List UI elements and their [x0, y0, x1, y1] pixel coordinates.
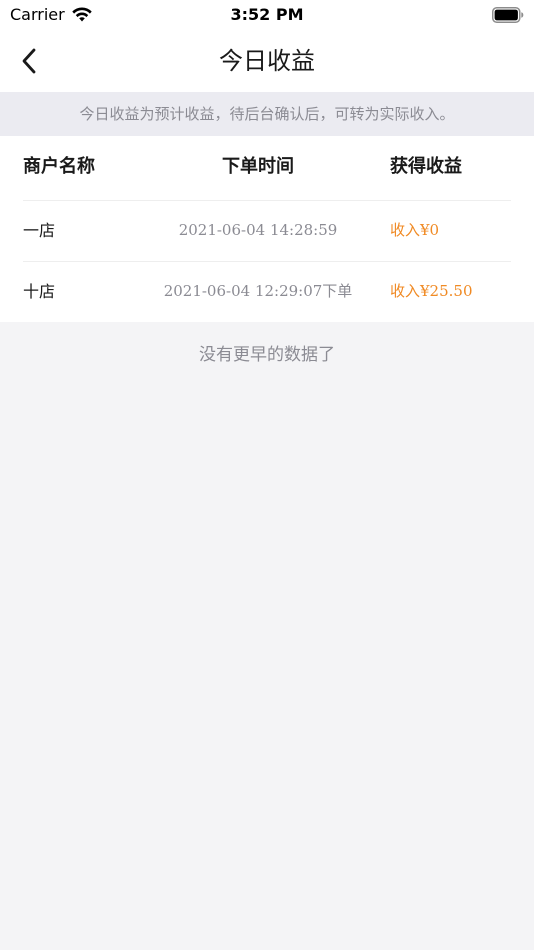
back-button[interactable] [12, 44, 46, 78]
header-earnings: 获得收益 [390, 156, 462, 177]
status-bar: Carrier 3:52 PM [0, 0, 534, 30]
table-row: 十店 2021-06-04 12:29:07下单 收入¥25.50 [0, 261, 534, 322]
table-row: 一店 2021-06-04 14:28:59 收入¥0 [0, 200, 534, 261]
chevron-left-icon [22, 48, 36, 74]
end-of-list-text: 没有更早的数据了 [199, 345, 335, 365]
status-time: 3:52 PM [230, 5, 304, 24]
battery-icon [492, 7, 524, 23]
notice-banner: 今日收益为预计收益，待后台确认后，可转为实际收入。 [0, 92, 534, 136]
nav-bar: 今日收益 [0, 30, 534, 92]
table-header: 商户名称 下单时间 获得收益 [0, 136, 534, 200]
earnings-amount: 收入¥25.50 [390, 282, 473, 300]
earnings-table: 商户名称 下单时间 获得收益 一店 2021-06-04 14:28:59 收入… [0, 136, 534, 322]
earnings-amount: 收入¥0 [390, 221, 440, 239]
page-title: 今日收益 [219, 47, 315, 75]
